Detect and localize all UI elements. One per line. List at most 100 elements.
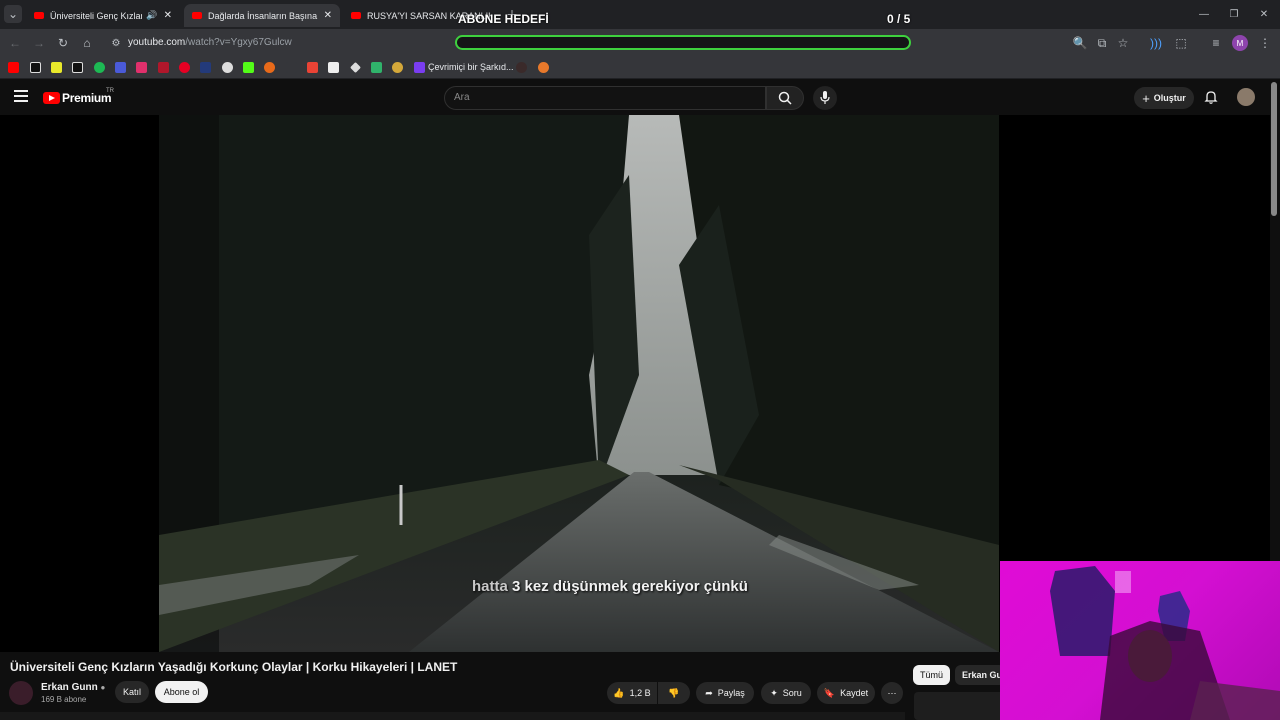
save-label: Kaydet [840,688,869,698]
close-icon[interactable]: ✕ [164,10,172,21]
save-button[interactable]: 🔖 Kaydet [817,682,875,704]
voice-search-button[interactable] [813,86,837,110]
subscriber-count: 169 B abone [41,695,87,704]
region-code: TR [106,88,114,94]
forward-icon[interactable]: → [30,34,48,52]
install-app-icon[interactable]: ⧉ [1093,34,1111,52]
create-button[interactable]: + Oluştur [1134,87,1194,109]
recommended-video-thumbnail[interactable] [914,692,1004,720]
tab-universiteli[interactable]: Üniversiteli Genç Kızların Ya 🔊 ✕ [26,4,180,27]
ask-label: Soru [782,688,802,698]
like-button[interactable]: 👍 1,2 B [607,682,657,704]
bookmark-spotify-icon[interactable] [94,62,105,73]
subtitle-word: hatta [472,578,508,595]
youtube-logo-icon[interactable] [43,92,60,104]
account-avatar[interactable] [1237,88,1255,106]
bookmark-chatgpt-icon[interactable] [222,62,233,73]
video-title: Üniversiteli Genç Kızların Yaşadığı Kork… [10,660,458,674]
channel-name-text: Erkan Gunn [41,682,98,693]
notifications-bell-icon[interactable] [1203,89,1219,105]
subscribe-button[interactable]: Abone ol [155,681,208,703]
thumbs-down-icon: 👎 [668,687,680,698]
filter-chip-all[interactable]: Tümü [913,665,950,685]
bookmark-s-icon[interactable] [51,62,62,73]
bookmark-yellow-icon[interactable] [392,62,403,73]
window-close-icon[interactable]: ✕ [1248,0,1280,29]
join-button[interactable]: Katıl [115,681,149,703]
dislike-button[interactable]: 👎 [658,682,690,704]
back-icon[interactable]: ← [6,34,24,52]
search-icon [778,91,792,105]
video-subtitle: hatta 3 kez düşünmek gerekiyor çünkü [472,578,748,595]
site-info-icon[interactable]: ⚙ [107,34,125,52]
page-scrollbar[interactable] [1271,82,1277,216]
description-box-edge [0,712,905,720]
minimize-icon[interactable]: — [1188,0,1220,29]
speaker-icon[interactable]: 🔊 [146,10,157,21]
like-count: 1,2 B [629,688,651,698]
streamer-webcam [1000,561,1280,720]
bookmark-tiktok-icon[interactable] [30,62,41,73]
bookmark-x-icon[interactable] [72,62,83,73]
bookmark-icon: 🔖 [823,687,836,698]
address-bar[interactable]: youtube.com/watch?v=Ygxy67Gulcw [128,37,292,48]
bookmark-dark-blue-icon[interactable] [200,62,211,73]
tab-title: Üniversiteli Genç Kızların Ya [50,10,143,21]
youtube-premium-label[interactable]: Premium [62,91,112,105]
youtube-favicon-icon [34,12,44,19]
bookmark-blue-icon[interactable] [115,62,126,73]
channel-name[interactable]: Erkan Gunn ● [41,682,105,693]
share-button[interactable]: ➦ Paylaş [696,682,754,704]
search-input-box[interactable] [444,86,766,110]
bookmark-white-icon[interactable] [328,62,339,73]
reading-list-icon[interactable]: ≡ [1207,34,1225,52]
zoom-icon[interactable]: 🔍 [1071,34,1089,52]
search-input[interactable]: Ara [454,92,470,103]
tab-daglarda[interactable]: Dağlarda İnsanların Başına Gele ✕ [184,4,340,27]
bookmark-pen-icon[interactable] [286,62,297,73]
bookmark-instagram-icon[interactable] [136,62,147,73]
close-icon[interactable]: ✕ [324,10,332,21]
youtube-favicon-icon [192,12,202,19]
video-frame-forest-road [159,115,999,652]
ask-button[interactable]: ✦ Soru [761,682,811,704]
bookmark-orange-icon[interactable] [264,62,275,73]
home-icon[interactable]: ⌂ [78,34,96,52]
bookmark-dark-icon[interactable] [516,62,527,73]
filter-chip-channel[interactable]: Erkan Gunn [955,665,1005,685]
bookmark-kick-icon[interactable] [243,62,254,73]
bookmarks-bar [0,57,1280,79]
subtitle-highlight: 3 kez düşünmek gerekiyor çünkü [512,578,748,595]
browser-menu-icon[interactable]: ⋮ [1256,34,1274,52]
bookmark-pinterest-icon[interactable] [179,62,190,73]
more-actions-button[interactable]: ⋯ [881,682,903,704]
profile-icon[interactable]: M [1232,35,1248,51]
tab-search-icon[interactable]: ⌄ [4,5,22,23]
bookmark-flame-icon[interactable] [538,62,549,73]
share-icon: ➦ [705,687,713,698]
bookmark-online-song-icon[interactable] [414,62,425,73]
browser-tab-strip: ⌄ Üniversiteli Genç Kızların Ya 🔊 ✕ Dağl… [0,0,1280,29]
channel-avatar[interactable] [9,681,33,705]
bookmark-star-icon[interactable]: ☆ [1114,34,1132,52]
bookmark-youtube-icon[interactable] [8,62,19,73]
read-aloud-icon[interactable]: ))) [1147,34,1165,52]
bookmark-gmail-icon[interactable] [307,62,318,73]
bookmark-red-icon[interactable] [158,62,169,73]
subscriber-goal-label: ABONE HEDEFİ [458,12,549,26]
plus-icon: + [1142,90,1150,106]
subscriber-goal-bar [455,35,911,50]
thumbs-up-icon: 👍 [613,687,625,698]
reload-icon[interactable]: ↻ [54,34,72,52]
subscriber-goal-count: 0 / 5 [887,12,911,26]
search-button[interactable] [766,86,804,110]
verified-icon: ● [100,683,106,692]
bookmark-online-song-label[interactable]: Çevrimiçi bir Şarkıd... [428,62,514,72]
more-icon: ⋯ [887,687,897,698]
bookmark-green-icon[interactable] [371,62,382,73]
microphone-icon [820,91,830,104]
hamburger-menu-icon[interactable] [14,90,28,102]
extensions-icon[interactable]: ⬚ [1172,34,1190,52]
url-path: /watch?v=Ygxy67Gulcw [185,37,292,48]
restore-icon[interactable]: ❐ [1218,0,1250,29]
